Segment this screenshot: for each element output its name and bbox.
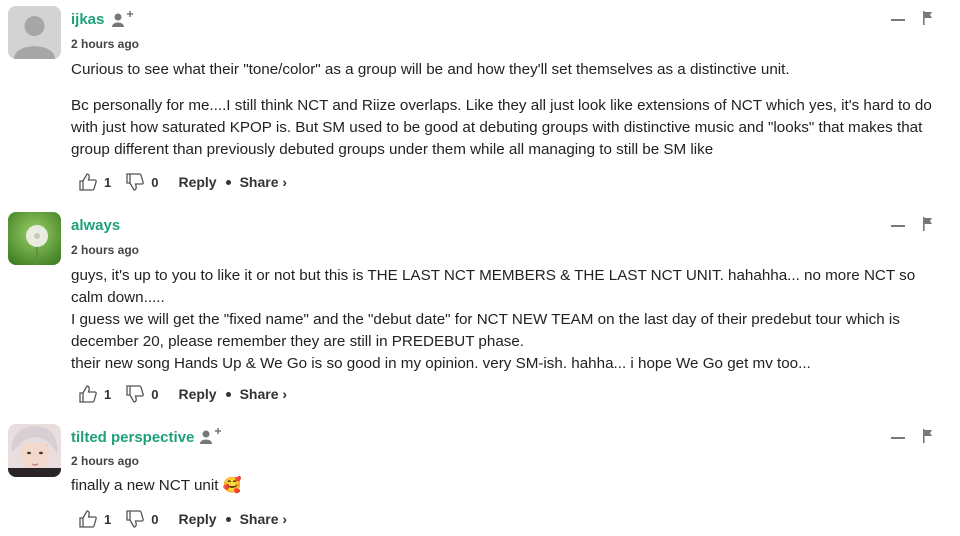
flag-icon[interactable] [922,429,934,443]
like-count: 1 [104,386,112,402]
dislike-count: 0 [151,386,159,402]
separator-dot [225,179,231,185]
reply-button[interactable]: Reply [178,174,216,190]
username[interactable]: always [71,217,120,234]
thumbs-up-icon[interactable] [78,384,98,404]
username[interactable]: ijkas [71,11,104,28]
minimize-icon[interactable] [891,19,905,21]
comment-paragraph: Bc personally for me....I still think NC… [71,97,937,158]
dandelion-avatar-image [8,212,61,265]
follow-icon[interactable] [111,11,133,29]
minimize-icon[interactable] [891,225,905,227]
thumbs-up-icon[interactable] [78,509,98,529]
default-avatar-icon [8,6,61,59]
comment-paragraph: I guess we will get the "fixed name" and… [71,311,905,350]
username[interactable]: tilted perspective [71,429,194,446]
timestamp: 2 hours ago [71,454,140,468]
comment-paragraph: Curious to see what their "tone/color" a… [71,61,790,78]
avatar[interactable] [8,6,61,59]
share-button[interactable]: Share › [240,386,287,402]
thumbs-up-icon[interactable] [78,172,98,192]
timestamp: 2 hours ago [71,243,140,257]
reply-button[interactable]: Reply [178,386,216,402]
reply-button[interactable]: Reply [178,511,216,527]
separator-dot [225,516,231,522]
comment-paragraph: their new song Hands Up & We Go is so go… [71,355,811,372]
comment-body: Curious to see what their "tone/color" a… [71,59,951,161]
comment-paragraph: guys, it's up to you to like it or not b… [71,267,920,306]
share-button[interactable]: Share › [240,174,287,190]
flag-icon[interactable] [922,217,934,231]
avatar[interactable] [8,424,61,477]
comment-actions: 1 0 Reply Share › [78,171,287,193]
share-button[interactable]: Share › [240,511,287,527]
thumbs-down-icon[interactable] [125,384,145,404]
flag-icon[interactable] [922,11,934,25]
comment-paragraph: finally a new NCT unit 🥰 [71,477,242,494]
like-count: 1 [104,511,112,527]
like-count: 1 [104,174,112,190]
comment-actions: 1 0 Reply Share › [78,383,287,405]
dislike-count: 0 [151,511,159,527]
avatar[interactable] [8,212,61,265]
separator-dot [225,391,231,397]
person-avatar-image [8,424,61,477]
comment-body: finally a new NCT unit 🥰 [71,475,951,497]
minimize-icon[interactable] [891,437,905,439]
thumbs-down-icon[interactable] [125,509,145,529]
timestamp: 2 hours ago [71,37,140,51]
comment-body: guys, it's up to you to like it or not b… [71,265,951,375]
dislike-count: 0 [151,174,159,190]
follow-icon[interactable] [199,428,221,446]
thumbs-down-icon[interactable] [125,172,145,192]
comment-actions: 1 0 Reply Share › [78,508,287,530]
